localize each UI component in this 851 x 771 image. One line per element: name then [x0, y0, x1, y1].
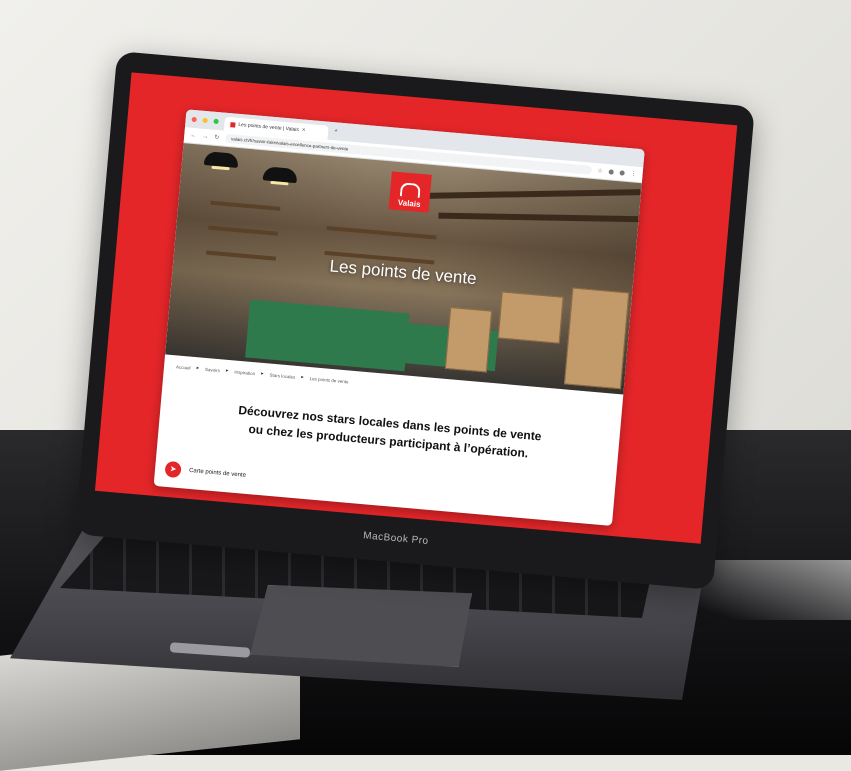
valais-logo[interactable]: Valais	[388, 171, 432, 213]
minimize-window-dot[interactable]	[202, 117, 208, 123]
reload-icon[interactable]: ↻	[214, 134, 220, 141]
profile-icon[interactable]	[619, 170, 625, 176]
pendant-lamp-icon	[203, 151, 239, 168]
close-window-dot[interactable]	[191, 116, 197, 122]
new-tab-icon[interactable]: +	[334, 128, 338, 134]
shelf	[208, 225, 279, 236]
shelf	[326, 225, 437, 240]
laptop-lid: Les points de vente | Valais × + ← → ↻ v…	[75, 51, 755, 590]
mountain-icon	[399, 182, 421, 198]
forward-icon[interactable]: →	[202, 133, 209, 140]
hero-image: Valais Les points de vente	[165, 143, 642, 395]
chevron-right-icon: ▸	[225, 367, 229, 374]
favicon-icon	[230, 121, 236, 128]
tab-close-icon[interactable]: ×	[302, 127, 306, 133]
back-icon[interactable]: ←	[190, 132, 197, 139]
laptop-trackpad	[250, 585, 472, 667]
produce-crate	[497, 291, 564, 344]
tab-title: Les points de vente | Valais	[238, 121, 300, 134]
page-title: Les points de vente	[328, 256, 478, 289]
ceiling-beam	[410, 189, 641, 200]
maximize-window-dot[interactable]	[213, 118, 219, 124]
chevron-right-icon: ▸	[300, 374, 304, 381]
laptop-screen: Les points de vente | Valais × + ← → ↻ v…	[94, 72, 738, 544]
chevron-right-icon: ▸	[196, 365, 200, 372]
map-link-label: Carte points de vente	[188, 467, 247, 479]
chevron-right-icon: ▸	[260, 370, 264, 377]
pendant-lamp-icon	[262, 166, 298, 184]
map-link[interactable]: ➤ Carte points de vente	[164, 460, 247, 484]
browser-window: Les points de vente | Valais × + ← → ↻ v…	[153, 109, 645, 526]
wooden-crate	[444, 307, 493, 373]
ceiling-beam	[438, 212, 639, 223]
shelf	[210, 200, 281, 211]
star-icon[interactable]: ☆	[597, 167, 603, 174]
green-crates	[245, 299, 410, 372]
map-pin-icon: ➤	[164, 460, 182, 479]
menu-icon[interactable]: ⋮	[630, 170, 637, 178]
cardboard-boxes	[564, 287, 630, 390]
extension-icon[interactable]	[608, 169, 614, 175]
logo-text: Valais	[397, 198, 421, 210]
